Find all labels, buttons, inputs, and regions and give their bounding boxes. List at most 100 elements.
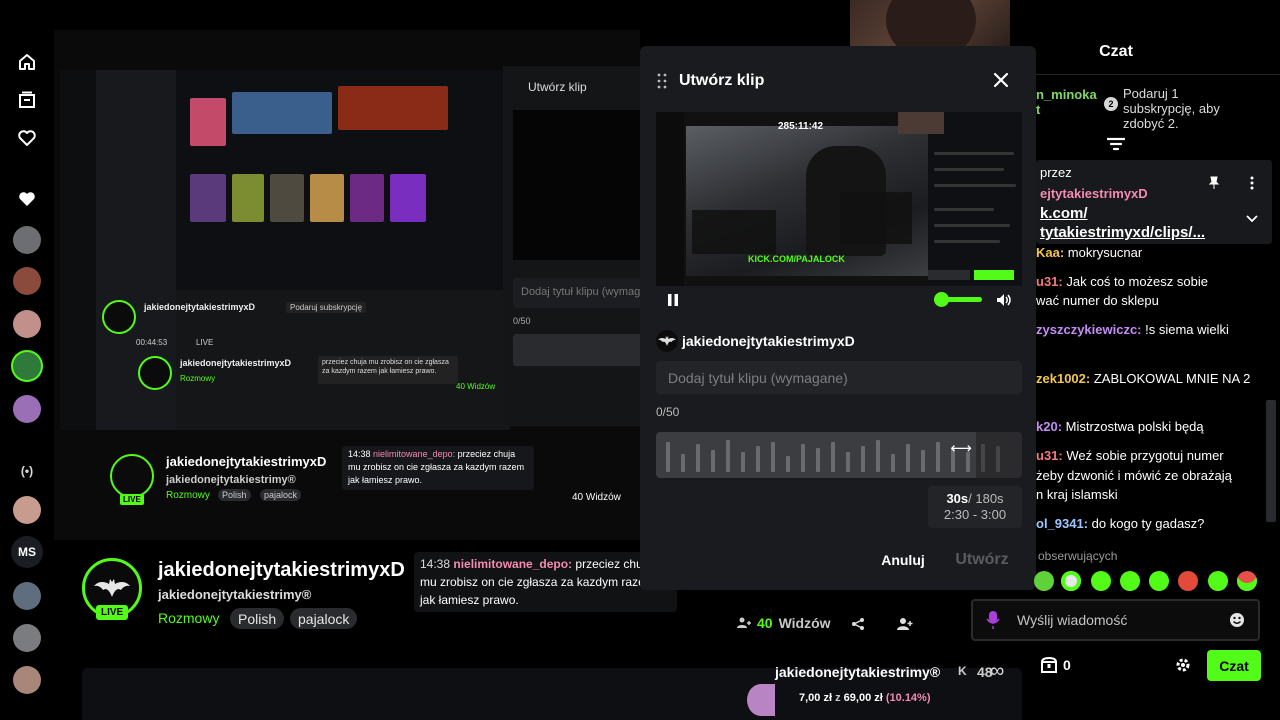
chat-message: k20: Mistrzostwa polski będą [1036,417,1266,436]
waveform-bar [756,446,760,472]
stream-category[interactable]: Rozmowy [158,610,219,626]
followed-channel-avatar[interactable] [13,395,41,423]
emote-icon[interactable] [1061,571,1081,591]
nested-pinned-time: 14:38 [348,449,371,459]
close-icon[interactable] [992,71,1010,89]
followed-channel-avatar[interactable] [13,310,41,338]
viewers-icon [737,617,751,628]
clip-duration-max: / 180s [968,491,1004,506]
clip-duration-box: 30s/ 180s 2:30 - 3:00 [928,486,1022,528]
pinned-link[interactable]: tytakiestrimyxd/clips/... [1040,224,1205,241]
chat-message: Kaa: mokrysucnar [1036,243,1266,262]
followed-channel-avatar[interactable] [13,666,41,694]
nested-thumbnail [190,98,226,146]
browse-icon[interactable] [14,87,40,113]
share-icon[interactable] [848,614,868,634]
chat-message: n kraj islamski [1036,485,1266,504]
channel-name[interactable]: jakiedonejtytakiestrimyxD [158,559,405,582]
create-clip-button[interactable]: Utwórz [948,548,1016,572]
chevron-down-icon[interactable] [1245,212,1259,226]
nested-pinned-message: 14:38 nielimitowane_depo: przeciez chuja… [342,446,534,490]
nested-thumbnail [338,86,448,130]
followed-channel-avatar[interactable] [13,267,41,295]
nested-pinned-user: nielimitowane_depo: [373,449,456,459]
clip-title-char-count: 0/50 [656,405,680,419]
nested-screen: jakiedonejtytakiestrimyxD Podaruj subskr… [60,70,510,430]
emote-icon[interactable] [1178,571,1198,591]
heart-outline-icon[interactable] [14,125,40,151]
emote-icon[interactable] [1091,571,1111,591]
preview-overlay-text: KICK.COM/PAJALOCK [748,254,845,264]
chat-filter-icon[interactable] [1106,137,1126,153]
more-vertical-icon[interactable] [1245,176,1259,190]
chat-title: Czat [1099,43,1133,60]
waveform-bar [936,442,940,472]
emoji-icon[interactable] [1229,612,1245,628]
nested-avatar [138,356,172,390]
resize-handle-icon[interactable]: ⟷ [950,440,972,457]
pinned-link[interactable]: k.com/ [1040,205,1088,222]
pause-icon[interactable] [666,293,680,307]
waveform-bar [786,456,790,472]
chat-message-input[interactable] [1017,610,1223,630]
followed-channel-avatar[interactable] [13,226,41,254]
cancel-button[interactable]: Anuluj [872,548,934,572]
chat-message: zyszczykiewiczc: !s siema wielki [1036,320,1266,339]
pinned-time: 14:38 [420,557,451,571]
nested-thumbnail [232,174,264,222]
preview-chat-line [934,240,1000,243]
emote-icon[interactable] [1237,571,1257,591]
nested-viewers: 40 Widzów [572,492,621,503]
emote-icon[interactable] [1149,571,1169,591]
volume-icon[interactable] [996,293,1012,307]
follow-user-icon[interactable] [895,614,915,634]
followed-channel-avatar[interactable] [13,582,41,610]
nested-tag: pajalock [260,489,302,501]
preview-timer: 285:11:42 [778,121,824,132]
emote-icon[interactable] [1208,571,1228,591]
chat-username[interactable]: u31: [1036,448,1063,463]
home-icon[interactable] [14,49,40,75]
chat-message: u31: Weź sobie przygotuj numer [1036,446,1266,465]
viewers-label: Widzów [778,615,831,631]
clip-title-input[interactable] [656,361,1022,394]
chat-username[interactable]: Kaa: [1036,245,1064,260]
followed-channel-avatar[interactable]: MS [11,536,43,568]
infinity-icon[interactable]: ∞ [990,660,1004,683]
goal-indicator [747,684,775,716]
waveform-bar [846,452,850,472]
nested-sidebar [60,70,96,430]
followed-channel-avatar[interactable] [13,624,41,652]
tag-pajalock[interactable]: pajalock [290,608,358,629]
volume-slider-knob[interactable] [934,292,949,307]
chat-message: wać numer do sklepu [1036,291,1266,310]
chat-scrollbar[interactable] [1266,400,1276,522]
emote-icon[interactable] [1034,571,1054,591]
drag-handle-icon[interactable] [657,73,667,89]
pin-icon[interactable] [1207,176,1221,190]
tag-polish[interactable]: Polish [230,608,285,629]
chat-username[interactable]: u31: [1036,274,1063,289]
preview-chat-overlay [692,210,776,254]
nested-clip-count: 0/50 [513,316,531,326]
followed-channel-avatar[interactable] [13,352,41,380]
followed-channel-avatar[interactable] [13,496,41,524]
chat-username[interactable]: ol_9341: [1036,516,1088,531]
chat-username[interactable]: k20: [1036,419,1062,434]
chat-text: Mistrzostwa polski będą [1062,419,1204,434]
gift-subscription-text[interactable]: Podaruj 1 subskrypcję, aby zdobyć 2. [1123,86,1233,131]
clip-duration-selected: 30s [946,491,969,506]
nested-live: LIVE [196,338,214,347]
chat-username[interactable]: zek1002: [1036,371,1090,386]
microphone-icon[interactable] [986,610,1000,630]
timeline-unselected [976,432,1022,478]
gear-icon[interactable] [1175,657,1191,673]
chest-icon[interactable] [1040,656,1058,674]
live-more-icon[interactable]: (•) [14,458,40,484]
gift-leader-user: n_minoka t [1036,87,1097,117]
chat-message: ol_9341: do kogo ty gadasz? [1036,514,1266,533]
emote-icon[interactable] [1120,571,1140,591]
gift-leader-name-2: t [1036,102,1041,117]
chat-username[interactable]: zyszczykiewiczc: [1036,322,1142,337]
send-chat-button[interactable]: Czat [1207,650,1261,681]
